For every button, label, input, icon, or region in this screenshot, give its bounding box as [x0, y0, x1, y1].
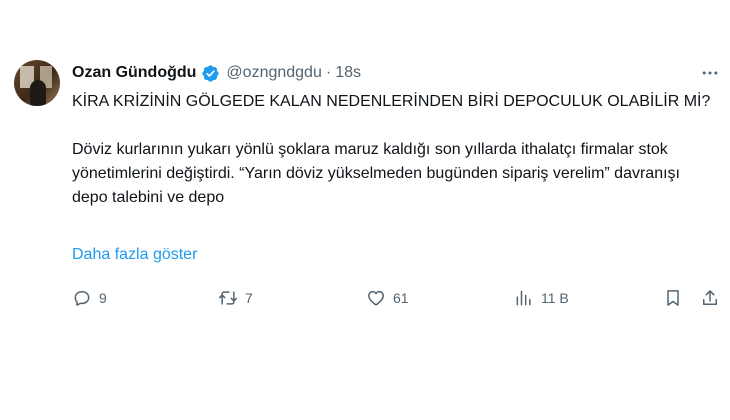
share-button[interactable]: [700, 284, 720, 312]
more-options-button[interactable]: [698, 62, 722, 84]
verified-badge-icon: [202, 64, 220, 82]
more-dots-icon: [702, 71, 718, 75]
tweet-text: KİRA KRİZİNİN GÖLGEDE KALAN NEDENLERİNDE…: [72, 90, 712, 210]
tweet-paragraph-2: Döviz kurlarının yukarı yönlü şoklara ma…: [72, 141, 680, 206]
bookmark-icon: [667, 290, 679, 306]
views-button[interactable]: 11 B: [514, 284, 569, 312]
like-count: 61: [393, 290, 409, 306]
author-name[interactable]: Ozan Gündoğdu: [72, 64, 196, 82]
action-bar: 9 7 61 11 B: [72, 284, 722, 312]
retweet-button[interactable]: 7: [218, 284, 253, 312]
show-more-link[interactable]: Daha fazla göster: [72, 244, 197, 266]
like-button[interactable]: 61: [366, 284, 409, 312]
views-bars-icon: [516, 290, 531, 306]
bookmark-button[interactable]: [663, 284, 683, 312]
share-icon: [703, 290, 717, 305]
tweet-card[interactable]: Ozan Gündoğdu @ozngndgdu · 18s KİRA KRİZ…: [0, 0, 730, 420]
author-handle[interactable]: @ozngndgdu: [226, 64, 321, 82]
reply-button[interactable]: 9: [72, 284, 107, 312]
retweet-count: 7: [245, 290, 253, 306]
separator-dot: ·: [325, 64, 332, 81]
heart-icon: [368, 290, 384, 306]
reply-bubble-icon: [74, 291, 90, 306]
timestamp[interactable]: 18s: [335, 64, 361, 82]
reply-count: 9: [99, 290, 107, 306]
tweet-header: Ozan Gündoğdu @ozngndgdu · 18s: [72, 62, 361, 84]
retweet-icon: [218, 291, 238, 305]
avatar[interactable]: [14, 60, 60, 106]
tweet-paragraph-1: KİRA KRİZİNİN GÖLGEDE KALAN NEDENLERİNDE…: [72, 93, 711, 110]
views-count: 11 B: [541, 290, 569, 306]
